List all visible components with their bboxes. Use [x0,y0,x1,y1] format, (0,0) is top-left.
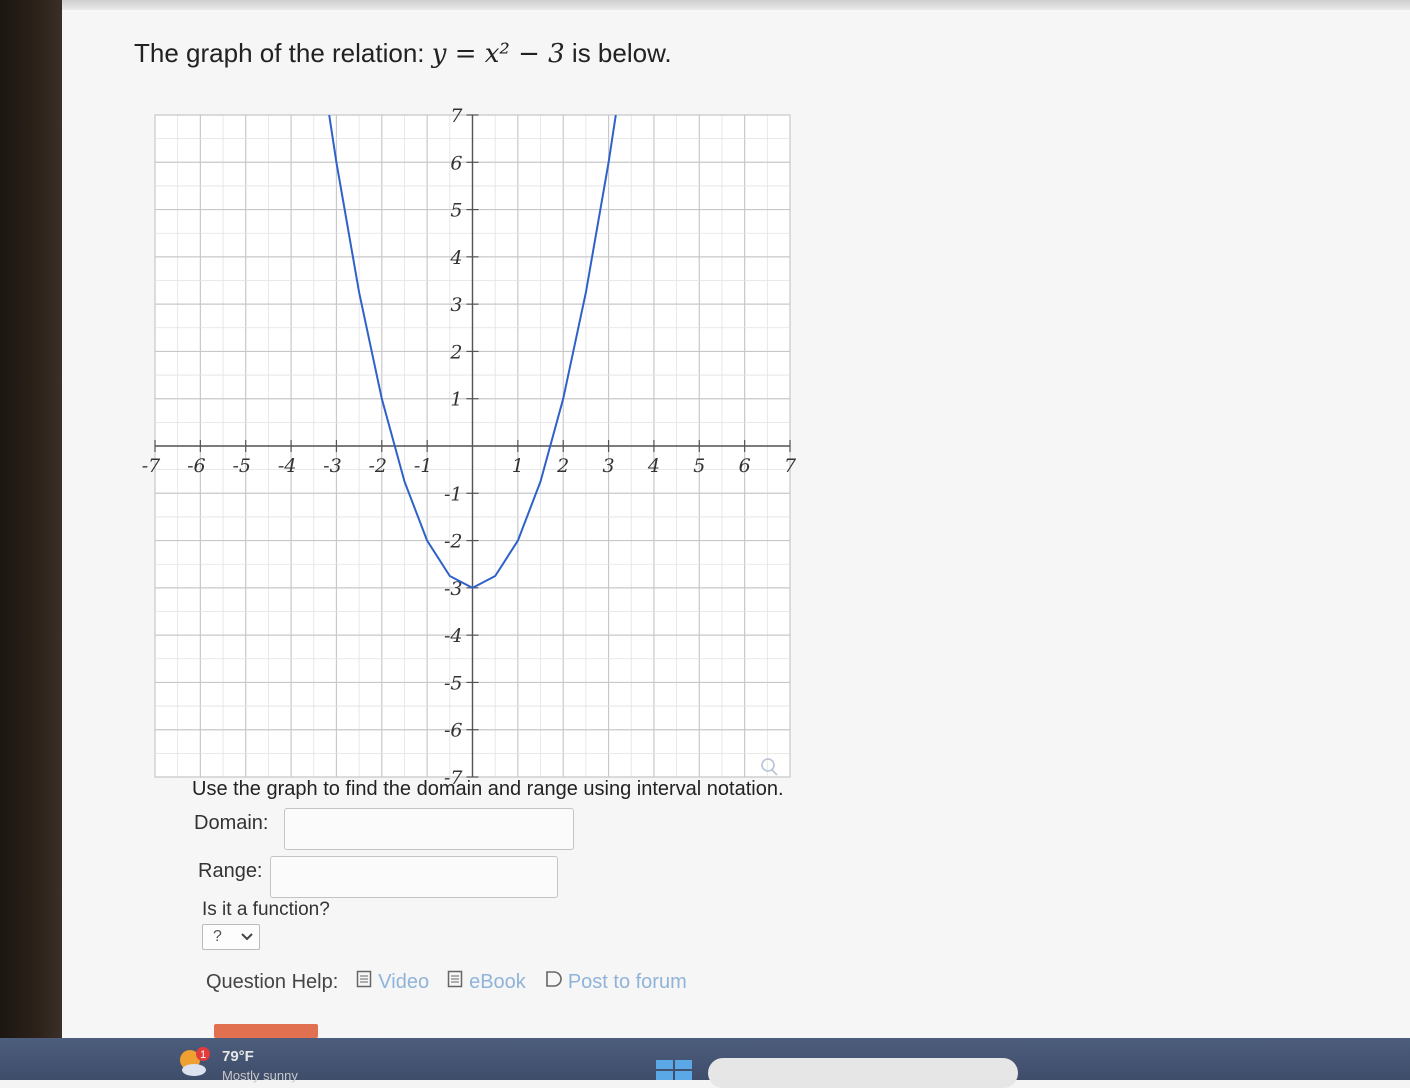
weather-icon[interactable]: 1 [176,1046,210,1076]
x-tick-label: 4 [647,455,660,477]
y-tick-label: -6 [444,720,463,742]
chevron-down-icon [241,928,253,946]
x-tick-label: -1 [414,455,433,477]
question-title: The graph of the relation: y = x² − 3 is… [134,38,672,69]
y-tick-label: -2 [444,531,463,553]
range-input[interactable] [270,856,558,898]
title-prefix: The graph of the relation: [134,38,432,68]
question-help-label: Question Help: [206,971,338,994]
domain-input[interactable] [284,808,574,850]
x-tick-label: -7 [142,455,161,477]
title-suffix: is below. [565,38,672,68]
function-select-value: ? [213,928,222,946]
document-icon [356,970,378,994]
range-label: Range: [198,860,263,883]
browser-top-edge [62,0,1410,10]
document-icon [447,970,469,994]
y-tick-label: 1 [450,389,462,411]
y-tick-label: 2 [449,341,462,363]
monitor-bezel [0,0,62,1080]
video-link[interactable]: Video [356,970,429,994]
instructions: Use the graph to find the domain and ran… [192,778,784,801]
x-tick-label: -3 [323,455,342,477]
function-question-label: Is it a function? [202,899,330,921]
notification-badge: 1 [200,1049,206,1061]
x-tick-label: 1 [512,455,524,477]
y-tick-label: 4 [449,247,462,269]
weather-temperature: 79°F [222,1048,254,1065]
x-tick-label: -5 [232,455,251,477]
equation: y = x² − 3 [432,39,565,69]
y-tick-label: 7 [450,105,463,127]
ebook-link[interactable]: eBook [447,970,526,994]
x-tick-label: 2 [556,455,569,477]
x-tick-label: -4 [278,455,297,477]
y-tick-label: -4 [444,625,463,647]
x-tick-label: 3 [603,455,615,477]
video-link-label: Video [378,971,429,994]
function-select[interactable]: ? [202,924,260,950]
y-tick-label: 5 [450,200,462,222]
forum-link[interactable]: Post to forum [544,970,687,994]
taskbar-preview-strip [214,1024,318,1038]
start-button[interactable] [656,1060,692,1080]
forum-link-label: Post to forum [568,971,687,994]
graph: -7-6-5-4-3-2-112345677654321-1-2-3-4-5-6… [140,105,800,785]
y-tick-label: -1 [444,483,463,505]
x-tick-label: 6 [739,455,751,477]
x-tick-label: -2 [369,455,388,477]
ebook-link-label: eBook [469,971,526,994]
x-tick-label: -6 [187,455,206,477]
speech-bubble-icon [544,970,568,994]
y-tick-label: 6 [450,152,462,174]
question-help: Question Help: Video eBook Post to forum [206,970,687,994]
domain-label: Domain: [194,812,268,835]
x-tick-label: 5 [693,455,705,477]
graph-svg: -7-6-5-4-3-2-112345677654321-1-2-3-4-5-6… [140,105,800,785]
x-tick-label: 7 [784,455,797,477]
taskbar-search[interactable] [708,1058,1018,1088]
taskbar [0,1038,1410,1080]
y-tick-label: 3 [450,294,462,316]
y-tick-label: -5 [444,672,463,694]
weather-description: Mostly sunny [222,1068,298,1083]
